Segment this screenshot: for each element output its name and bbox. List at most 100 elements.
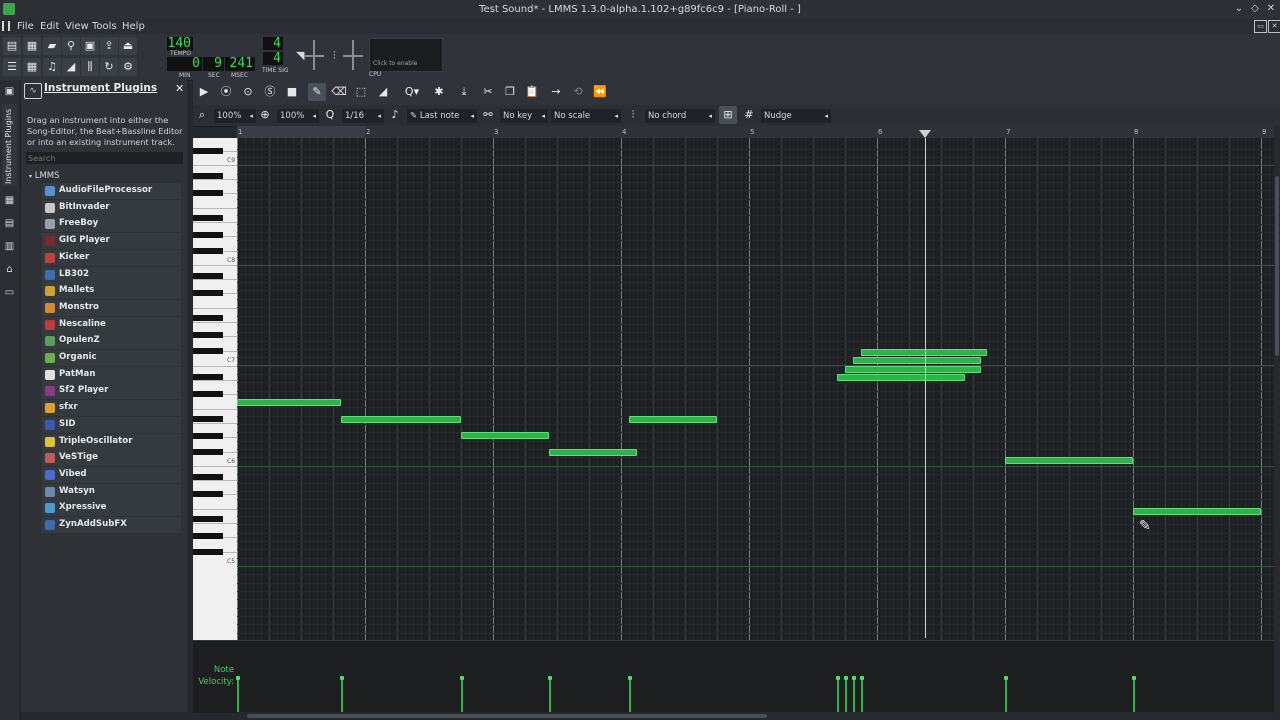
timesig-denominator[interactable]: 4 [263,52,283,66]
plugin-item[interactable]: FreeBoy [42,216,181,233]
plugin-item[interactable]: GIG Player [42,233,181,250]
play-button[interactable]: ▶ [195,83,213,101]
black-key[interactable] [193,474,223,481]
pitch-bend-mode-icon[interactable]: ◢ [374,83,392,101]
velocity-bar[interactable] [236,676,240,712]
minimize-icon[interactable]: ⌄ [1233,3,1245,15]
return-to-start-icon[interactable]: ⏪ [591,83,609,101]
velocity-bar[interactable] [1004,676,1008,712]
piano-roll-note[interactable] [853,357,981,365]
horizontal-scrollbar[interactable] [237,712,1274,720]
black-key[interactable] [193,432,223,439]
loop-icon[interactable]: ⟲ [569,83,587,101]
plugin-item[interactable]: TripleOscillator [42,433,181,450]
glue-icon[interactable]: ⤓ [455,83,473,101]
recent-projects-icon[interactable]: ⚲ [62,37,80,55]
black-key[interactable] [193,331,223,338]
piano-roll-note[interactable] [629,415,717,423]
cut-icon[interactable]: ✂ [479,83,497,101]
new-project-icon[interactable]: ▤ [3,37,21,55]
close-subwindow-icon[interactable]: ✕ [1268,20,1280,33]
menu-view[interactable]: View [65,21,89,32]
black-key[interactable] [193,532,223,539]
note-length-combo[interactable]: ✎ Last note ◂ [407,109,477,123]
velocity-bar[interactable] [844,676,848,712]
snap-mode-icon[interactable]: ⊞ [719,106,737,124]
draw-mode-icon[interactable]: ✎ [308,83,326,101]
menu-help[interactable]: Help [122,21,145,32]
horizontal-scroll-thumb[interactable] [247,714,767,718]
black-key[interactable] [193,248,223,255]
zoom-y-combo[interactable]: 100% ◂ [277,109,319,123]
black-key[interactable] [193,490,223,497]
black-key[interactable] [193,348,223,355]
panel-close-button[interactable]: ✕ [175,82,184,95]
black-key[interactable] [193,289,223,296]
automation-editor-icon[interactable]: ◢ [62,58,80,76]
plugin-item[interactable]: Sf2 Player [42,383,181,400]
side-tab-instrument-plugins[interactable]: Instrument Plugins [2,104,17,186]
plugin-item[interactable]: Watsyn [42,483,181,500]
black-key[interactable] [193,415,223,422]
tools-menu-icon[interactable]: ✱ [430,83,448,101]
plugin-item[interactable]: ZynAddSubFX [42,517,181,533]
quantize-combo[interactable]: 1/16 ◂ [342,109,384,123]
scale-combo[interactable]: No scale ◂ [551,109,621,123]
record-button[interactable]: ⦿ [217,83,235,101]
black-key[interactable] [193,515,223,522]
maximize-icon[interactable]: ◇ [1249,3,1261,15]
plugin-item[interactable]: LB302 [42,266,181,283]
export-icon[interactable]: ⇪ [100,37,118,55]
zoom-x-combo[interactable]: 100% ◂ [214,109,256,123]
side-computer-icon[interactable]: ▭ [4,287,15,298]
close-window-icon[interactable]: ✕ [1265,3,1277,15]
vertical-scroll-thumb[interactable] [1275,176,1279,356]
menu-tools[interactable]: Tools [92,21,117,32]
paste-icon[interactable]: 📋 [523,83,541,101]
plugin-item[interactable]: sfxr [42,400,181,417]
new-from-template-icon[interactable]: ▦ [23,37,41,55]
black-key[interactable] [193,173,223,180]
beat-bassline-icon[interactable]: ▦ [23,58,41,76]
copy-icon[interactable]: ❐ [501,83,519,101]
ruler-loop-region[interactable] [237,126,365,138]
plugin-item[interactable]: Kicker [42,249,181,266]
piano-roll-note[interactable] [1133,507,1261,515]
menu-file[interactable]: File [17,21,34,32]
panel-toggle-icon[interactable] [2,21,10,31]
song-editor-icon[interactable]: ☰ [3,58,21,76]
time-min-display[interactable]: 0 [167,57,202,71]
piano-roll-note[interactable] [837,373,965,381]
velocity-bar[interactable] [460,676,464,712]
piano-roll-note[interactable] [341,415,461,423]
grid-icon[interactable]: # [740,106,758,124]
piano-roll-note[interactable] [237,399,341,406]
piano-roll-note[interactable] [549,449,637,457]
black-key[interactable] [193,273,223,280]
project-notes-icon[interactable]: ⚙ [119,58,137,76]
plugin-item[interactable]: BitInvader [42,199,181,216]
velocity-bar[interactable] [852,676,856,712]
note-grid[interactable] [237,138,1274,640]
black-key[interactable] [193,374,223,381]
velocity-bar[interactable] [1132,676,1136,712]
playhead-marker[interactable] [919,130,931,138]
black-key[interactable] [193,189,223,196]
black-key[interactable] [193,390,223,397]
velocity-lane[interactable] [193,640,1274,713]
controller-rack-icon[interactable]: ↻ [100,58,118,76]
plugin-item[interactable]: Vibed [42,466,181,483]
black-key[interactable] [193,449,223,456]
select-mode-icon[interactable]: ⬚ [352,83,370,101]
restore-subwindow-icon[interactable]: ▭ [1254,20,1267,33]
black-key[interactable] [193,549,223,556]
tempo-display[interactable]: 140 [167,37,193,51]
export-tracks-icon[interactable]: ⏏ [119,37,137,55]
velocity-bar[interactable] [836,676,840,712]
piano-keyboard[interactable]: C9 C8 C7 C6 C5 [193,138,237,640]
timeline-ruler[interactable] [237,126,1274,138]
plugin-item[interactable]: Organic [42,350,181,366]
plugin-item[interactable]: Nescaline [42,316,181,333]
time-msec-display[interactable]: 241 [225,57,255,71]
plugin-item[interactable]: VeSTige [42,450,181,467]
